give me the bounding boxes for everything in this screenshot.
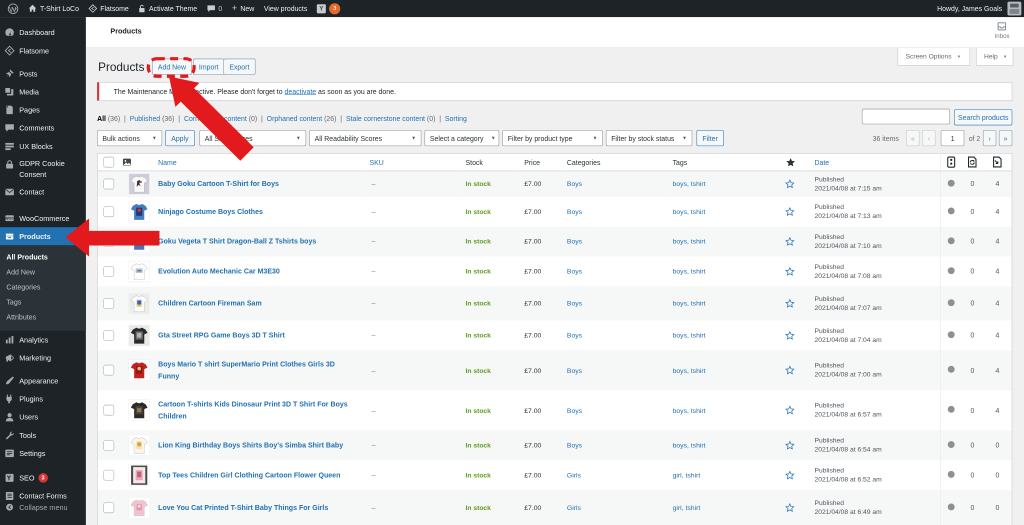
svg-text:WOO: WOO (5, 217, 14, 221)
